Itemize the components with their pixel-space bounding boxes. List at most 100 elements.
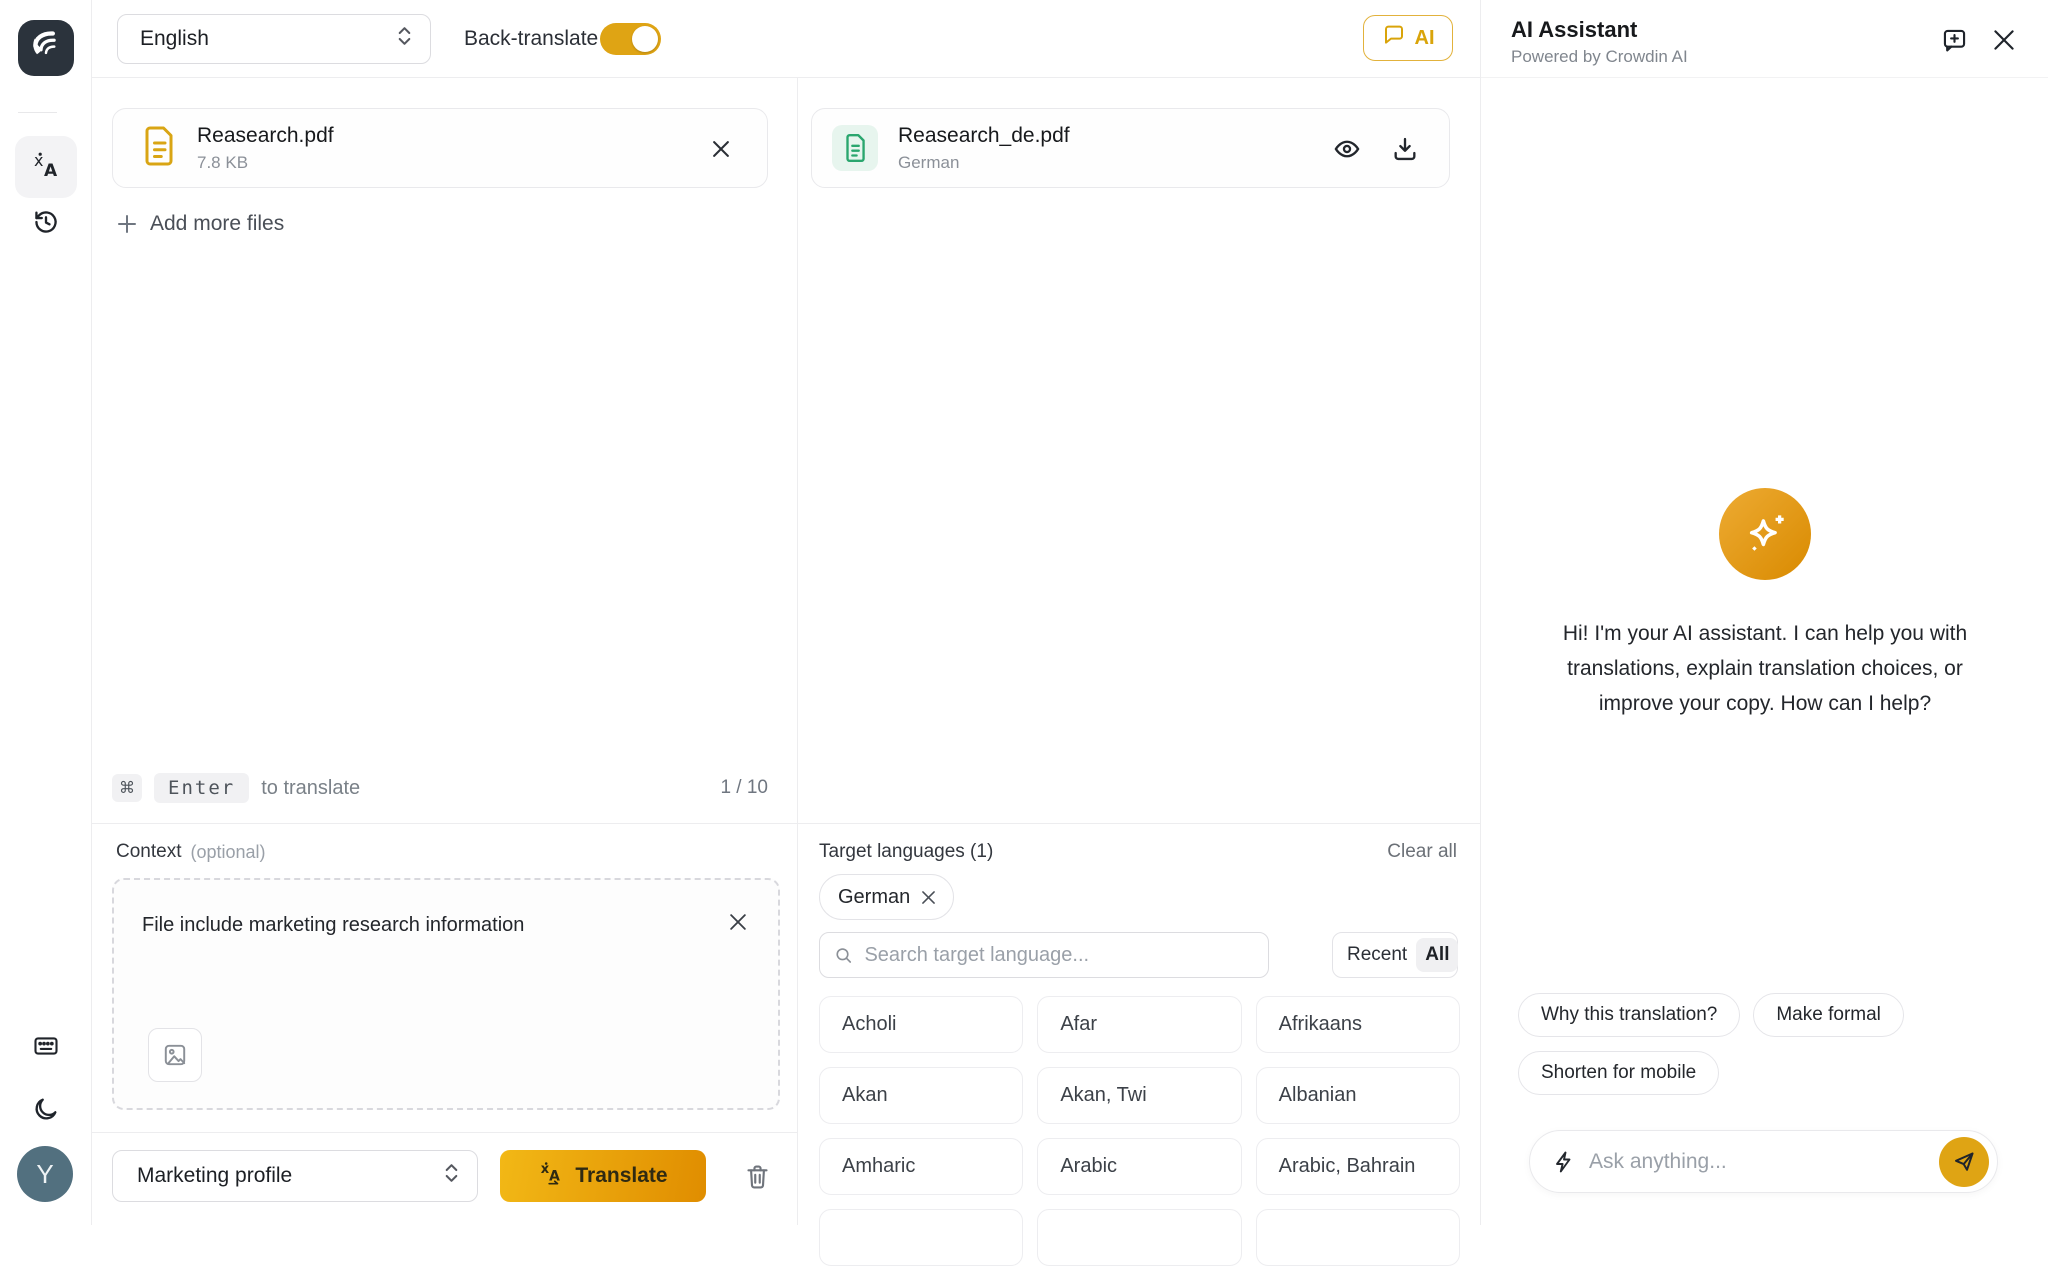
language-option[interactable]: Albanian xyxy=(1256,1067,1460,1124)
suggestion-chip[interactable]: Shorten for mobile xyxy=(1518,1051,1719,1095)
search-icon xyxy=(834,945,853,966)
remove-file-button[interactable] xyxy=(701,109,741,189)
close-icon xyxy=(713,141,729,157)
tab-recent[interactable]: Recent xyxy=(1338,938,1416,972)
sidebar-divider xyxy=(18,112,57,113)
sidebar: x A xyxy=(0,0,92,1225)
send-icon xyxy=(1952,1150,1976,1174)
section-divider xyxy=(92,823,1480,824)
trash-icon xyxy=(744,1163,771,1190)
chip-language-name: German xyxy=(838,886,910,909)
output-file-language: German xyxy=(898,153,1070,173)
assistant-header: AI Assistant Powered by Crowdin AI xyxy=(1481,0,2048,78)
language-option[interactable]: Afrikaans xyxy=(1256,996,1460,1053)
translate-icon: x A xyxy=(31,150,61,185)
context-section-label: Context (optional) xyxy=(116,841,266,863)
footer-divider xyxy=(92,1132,797,1133)
selected-language-chip[interactable]: German xyxy=(819,874,954,920)
source-file-size: 7.8 KB xyxy=(197,153,334,173)
image-icon xyxy=(162,1042,188,1068)
language-option[interactable]: Arabic, Bahrain xyxy=(1256,1138,1460,1195)
back-translate-toggle[interactable] xyxy=(600,23,661,55)
assistant-input-bar xyxy=(1529,1130,1998,1193)
preview-file-button[interactable] xyxy=(1333,135,1361,163)
language-filter-tabs: Recent All xyxy=(1332,932,1458,978)
assistant-subtitle: Powered by Crowdin AI xyxy=(1511,47,1688,67)
suggestion-chip[interactable]: Make formal xyxy=(1753,993,1904,1037)
close-icon xyxy=(922,891,935,904)
dark-mode-toggle[interactable] xyxy=(18,1085,74,1137)
language-grid: Acholi Afar Afrikaans Akan Akan, Twi Alb… xyxy=(819,996,1460,1266)
lightning-icon[interactable] xyxy=(1552,1150,1576,1174)
top-bar: English Back-translate AI xyxy=(92,0,1480,78)
column-divider xyxy=(797,78,798,1225)
source-file-card: Reasearch.pdf 7.8 KB xyxy=(112,108,768,188)
translate-icon: x A xyxy=(538,1160,564,1192)
suggestion-chip[interactable]: Why this translation? xyxy=(1518,993,1740,1037)
sidebar-item-translate[interactable]: x A xyxy=(15,136,77,198)
language-search xyxy=(819,932,1269,978)
context-optional-label: (optional) xyxy=(190,842,265,863)
delete-button[interactable] xyxy=(730,1150,784,1202)
svg-text:A: A xyxy=(44,161,58,180)
close-panel-button[interactable] xyxy=(1989,25,2019,55)
target-languages-label: Target languages (1) xyxy=(819,841,993,863)
chevron-updown-icon xyxy=(397,24,412,54)
crowdin-bird-icon xyxy=(26,26,66,71)
ai-chat-button[interactable]: AI xyxy=(1363,15,1453,61)
translation-profile-select[interactable]: Marketing profile xyxy=(112,1150,478,1202)
clear-all-button[interactable]: Clear all xyxy=(1387,841,1457,863)
tab-all[interactable]: All xyxy=(1416,938,1458,972)
document-icon xyxy=(842,133,868,163)
send-button[interactable] xyxy=(1939,1137,1989,1187)
keyboard-icon xyxy=(32,1032,60,1065)
context-label: Context xyxy=(116,841,181,863)
sparkle-icon xyxy=(1739,508,1791,560)
svg-text:x: x xyxy=(34,151,43,170)
shortcut-hint-row: ⌘ Enter to translate 1 / 10 xyxy=(112,772,768,804)
close-icon xyxy=(1994,30,2014,50)
language-option[interactable]: Amharic xyxy=(819,1138,1023,1195)
language-option[interactable]: Afar xyxy=(1037,996,1241,1053)
translate-button-label: Translate xyxy=(575,1164,667,1188)
user-avatar[interactable]: Y xyxy=(17,1146,73,1202)
download-file-button[interactable] xyxy=(1391,135,1419,163)
attach-image-button[interactable] xyxy=(148,1028,202,1082)
crowdin-logo[interactable] xyxy=(18,20,74,76)
moon-icon xyxy=(32,1095,60,1128)
cmd-key-badge: ⌘ xyxy=(112,774,142,802)
clear-context-button[interactable] xyxy=(730,914,746,935)
language-option-clipped[interactable] xyxy=(1256,1209,1460,1266)
context-input[interactable]: File include marketing research informat… xyxy=(142,914,682,937)
translate-button[interactable]: x A Translate xyxy=(500,1150,706,1202)
plus-icon xyxy=(116,213,138,235)
language-search-input[interactable] xyxy=(864,944,1254,967)
language-option[interactable]: Acholi xyxy=(819,996,1023,1053)
shortcut-suffix: to translate xyxy=(261,777,360,800)
language-option-clipped[interactable] xyxy=(819,1209,1023,1266)
language-option[interactable]: Akan, Twi xyxy=(1037,1067,1241,1124)
language-option[interactable]: Akan xyxy=(819,1067,1023,1124)
language-option[interactable]: Arabic xyxy=(1037,1138,1241,1195)
sidebar-item-history[interactable] xyxy=(19,198,73,250)
assistant-input[interactable] xyxy=(1589,1150,1889,1174)
context-dropzone[interactable]: File include marketing research informat… xyxy=(112,878,780,1110)
download-icon xyxy=(1391,135,1419,163)
source-language-value: English xyxy=(140,27,209,51)
pdf-file-icon xyxy=(141,125,177,172)
add-more-files-label: Add more files xyxy=(150,212,284,236)
source-language-select[interactable]: English xyxy=(117,14,431,64)
back-translate-label: Back-translate xyxy=(464,0,598,78)
output-file-name: Reasearch_de.pdf xyxy=(898,124,1070,148)
chat-plus-icon xyxy=(1941,27,1968,54)
assistant-greeting: Hi! I'm your AI assistant. I can help yo… xyxy=(1530,616,2000,721)
language-option-clipped[interactable] xyxy=(1037,1209,1241,1266)
keyboard-shortcuts-button[interactable] xyxy=(18,1022,74,1074)
speech-bubble-icon xyxy=(1382,23,1406,53)
assistant-avatar xyxy=(1719,488,1811,580)
assistant-title: AI Assistant xyxy=(1511,17,1637,43)
add-more-files-button[interactable]: Add more files xyxy=(116,212,284,236)
new-chat-button[interactable] xyxy=(1939,25,1969,55)
ai-assistant-panel: AI Assistant Powered by Crowdin AI Hi! I… xyxy=(1480,0,2048,1225)
close-icon xyxy=(730,914,746,930)
